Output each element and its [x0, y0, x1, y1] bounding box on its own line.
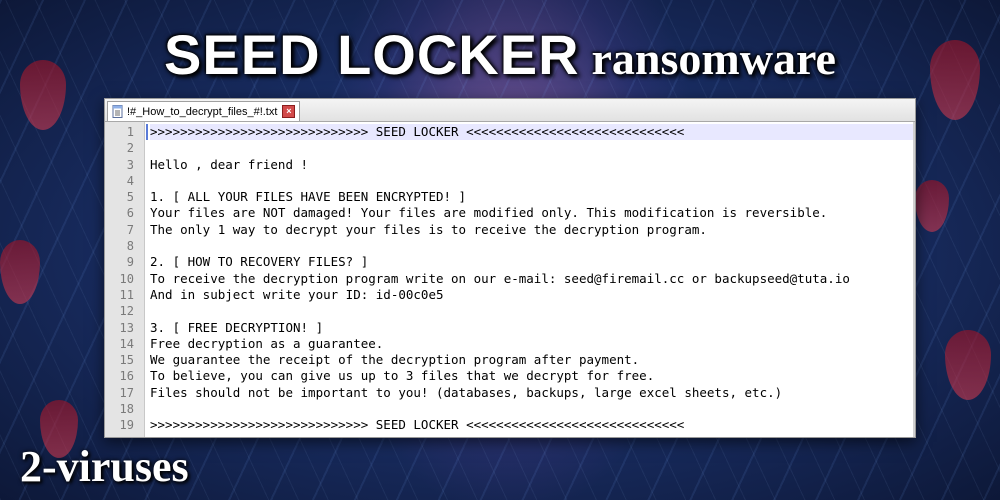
text-line: To receive the decryption program write …	[150, 270, 850, 286]
line-number: 9	[126, 255, 134, 270]
line-number: 13	[119, 320, 134, 335]
page-title: SEED LOCKER ransomware	[0, 22, 1000, 87]
text-line: We guarantee the receipt of the decrypti…	[150, 352, 640, 368]
line-number: 2	[126, 141, 134, 156]
text-line: Hello , dear friend !	[150, 156, 309, 172]
text-line: >>>>>>>>>>>>>>>>>>>>>>>>>>>>> SEED LOCKE…	[150, 124, 915, 141]
line-number: 17	[119, 385, 134, 400]
text-line	[150, 140, 915, 156]
line-number: 18	[119, 402, 134, 417]
line-number: 16	[119, 369, 134, 384]
close-tab-icon[interactable]: ×	[282, 105, 296, 118]
text-line: Files should not be important to you! (d…	[150, 384, 783, 400]
line-number: 19	[119, 418, 134, 433]
line-number: 5	[126, 190, 134, 205]
text-file-icon	[112, 105, 124, 118]
line-number: 11	[119, 287, 134, 302]
line-number: 15	[119, 353, 134, 368]
vertical-scrollbar[interactable]	[913, 122, 915, 437]
text-line: Your files are NOT damaged! Your files a…	[150, 205, 828, 221]
document-text[interactable]: >>>>>>>>>>>>>>>>>>>>>>>>>>>>> SEED LOCKE…	[145, 122, 915, 437]
current-line-marker	[146, 124, 148, 140]
title-name: SEED LOCKER	[164, 23, 580, 86]
title-suffix: ransomware	[591, 33, 836, 84]
text-line	[150, 173, 915, 189]
text-line: And in subject write your ID: id-00c0e5	[150, 286, 444, 302]
line-number: 6	[126, 206, 134, 221]
text-line: 1. [ ALL YOUR FILES HAVE BEEN ENCRYPTED!…	[150, 189, 467, 205]
line-number: 10	[119, 271, 134, 286]
file-tab[interactable]: !#_How_to_decrypt_files_#!.txt ×	[107, 101, 301, 121]
line-number: 8	[126, 239, 134, 254]
text-line	[150, 238, 915, 254]
line-number: 7	[126, 222, 134, 237]
line-number: 4	[126, 173, 134, 188]
text-line	[150, 303, 915, 319]
file-tab-label: !#_How_to_decrypt_files_#!.txt	[127, 105, 278, 118]
text-line: To believe, you can give us up to 3 file…	[150, 368, 655, 384]
line-number-gutter: 1 2 3 4 5 6 7 8 9 10 11 12 13 14 15 16 1…	[105, 122, 145, 437]
line-number: 3	[126, 157, 134, 172]
text-line: The only 1 way to decrypt your files is …	[150, 221, 707, 237]
site-logo: 2-viruses	[20, 442, 189, 491]
line-number: 12	[119, 304, 134, 319]
text-line: 3. [ FREE DECRYPTION! ]	[150, 319, 324, 335]
text-line: 2. [ HOW TO RECOVERY FILES? ]	[150, 254, 369, 270]
text-line	[150, 401, 915, 417]
text-line: Free decryption as a guarantee.	[150, 335, 384, 351]
line-number: 1	[126, 125, 134, 139]
line-number: 14	[119, 336, 134, 351]
text-editor[interactable]: 1 2 3 4 5 6 7 8 9 10 11 12 13 14 15 16 1…	[105, 122, 915, 437]
text-line: >>>>>>>>>>>>>>>>>>>>>>>>>>>>> SEED LOCKE…	[150, 417, 685, 433]
tab-bar: !#_How_to_decrypt_files_#!.txt ×	[105, 99, 915, 122]
editor-window: !#_How_to_decrypt_files_#!.txt × 1 2 3 4…	[104, 98, 916, 438]
